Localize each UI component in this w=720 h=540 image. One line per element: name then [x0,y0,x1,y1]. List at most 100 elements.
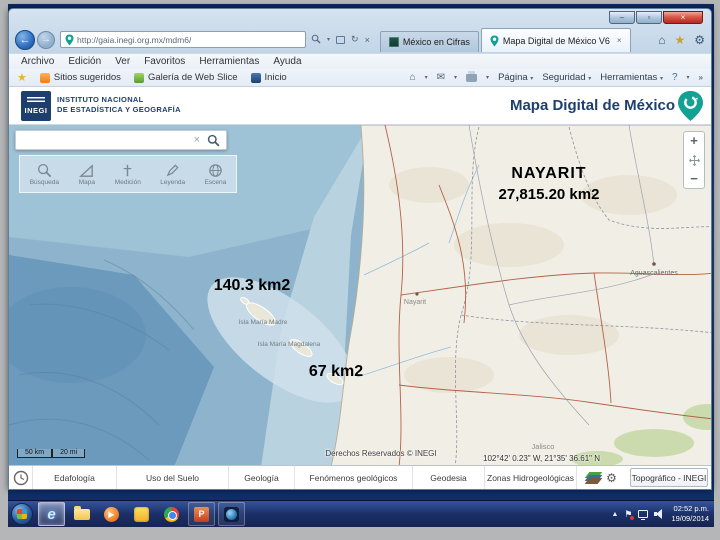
taskbar-google-earth[interactable] [218,502,245,526]
layers-icon[interactable] [584,472,603,484]
layer-tab-edafologia[interactable]: Edafología [33,466,117,489]
menu-ver[interactable]: Ver [115,56,130,67]
pan-icon[interactable] [688,154,700,166]
taskbar-internet-explorer[interactable]: e [38,502,65,526]
layer-tab-bar: Edafología Uso del Suelo Geología Fenóme… [9,465,711,489]
search-icon[interactable] [311,34,321,46]
favorite-sitios-sugeridos[interactable]: Sitios sugeridos [39,72,121,83]
menu-archivo[interactable]: Archivo [21,56,54,67]
command-bar: ⌂ ▾ ✉ ▾ ▾ Página ▾ Seguridad ▾ Herramienta… [410,70,703,83]
add-favorite-icon: ★ [17,71,27,84]
taskbar-file-explorer[interactable] [68,502,95,526]
home-icon[interactable]: ⌂ [658,33,665,47]
safety-menu[interactable]: Seguridad ▾ [542,72,591,83]
refresh-icon[interactable]: ↻ [351,34,359,45]
scale-km: 50 km [17,449,53,458]
annotation-nayarit: NAYARIT 27,815.20 km2 [498,165,600,203]
menu-herramientas[interactable]: Herramientas [199,56,259,67]
windows-logo-icon [17,509,27,519]
map-search-box[interactable]: × [15,130,227,150]
favorite-inicio[interactable]: Inicio [250,72,287,83]
map-viewport[interactable]: Isla María Madre Isla María Magdalena Na… [9,125,711,465]
help-dropdown-icon[interactable]: ▾ [687,74,690,81]
feeds-icon[interactable]: ✉ [437,72,445,83]
print-icon[interactable] [466,70,478,82]
tab-label: Mapa Digital de México V6 [502,35,610,46]
back-button[interactable]: ← [15,29,35,50]
tab-mexico-en-cifras[interactable]: México en Cifras [379,31,479,52]
measure-icon [124,164,132,177]
settings-gear-icon[interactable]: ⚙ [606,471,617,485]
menu-favoritos[interactable]: Favoritos [144,56,185,67]
address-bar[interactable]: http://gaia.inegi.org.mx/mdm6/ [60,31,306,48]
pencil-icon [166,164,179,177]
map-search-icon[interactable] [207,134,226,147]
internet-explorer-icon: e [47,505,56,523]
stop-icon[interactable]: × [365,35,370,45]
layer-tab-geodesia[interactable]: Geodesia [413,466,485,489]
layer-tab-uso-del-suelo[interactable]: Uso del Suelo [117,466,229,489]
menu-ayuda[interactable]: Ayuda [273,56,301,67]
zoom-out-button[interactable]: − [690,172,698,186]
map-search-input[interactable] [16,131,187,149]
tab-close-icon[interactable]: × [617,36,622,45]
basemap-selector[interactable]: Topográfico - INEGI [630,468,708,487]
tool-leyenda[interactable]: Leyenda [160,162,185,186]
menu-edicion[interactable]: Edición [68,56,101,67]
print-dropdown-icon[interactable]: ▾ [486,74,489,81]
forward-button[interactable]: → [37,30,55,49]
web-slice-icon [133,72,144,83]
taskbar-chrome[interactable] [158,502,185,526]
home-page-icon[interactable]: ⌂ [410,72,416,83]
mexico-en-cifras-favicon [388,37,399,47]
taskbar-clock[interactable]: 02:52 p.m. 19/09/2014 [671,504,709,524]
zoom-in-button[interactable]: + [690,134,698,148]
url-text: http://gaia.inegi.org.mx/mdm6/ [77,34,192,45]
inicio-icon [250,72,261,83]
network-icon[interactable] [638,510,649,520]
tool-busqueda[interactable]: Búsqueda [30,162,59,186]
tools-menu[interactable]: Herramientas ▾ [600,72,663,83]
media-player-icon: ▶ [104,506,119,522]
add-favorite-button[interactable]: ★ [17,71,27,84]
compatibility-view-icon[interactable] [336,35,346,44]
clear-search-icon[interactable]: × [187,134,207,146]
page-menu[interactable]: Página ▾ [498,72,533,83]
action-center-icon[interactable]: ⚑ [624,509,635,520]
tool-medicion[interactable]: Medición [115,162,141,186]
overflow-chevron-icon[interactable]: » [699,73,703,82]
inegi-logo: INEGI [21,91,51,121]
globe-icon [209,164,222,177]
desktop: – ▫ × ← → http://gaia.inegi.org.mx/mdm6/… [8,4,714,527]
search-dropdown-icon[interactable]: ▾ [327,36,330,43]
minimize-button[interactable]: – [609,11,635,24]
time-slider-button[interactable] [9,466,33,489]
volume-icon[interactable] [654,509,665,519]
tray-expand-icon[interactable]: ▲ [611,511,618,518]
scale-mi: 20 mi [52,449,86,458]
taskbar-media-player[interactable]: ▶ [98,502,125,526]
favorite-galeria-web-slice[interactable]: Galería de Web Slice [133,72,238,83]
layer-tab-geologia[interactable]: Geología [229,466,295,489]
tool-mapa[interactable]: Mapa [78,162,95,186]
help-icon[interactable]: ? [672,72,678,83]
state-label-jalisco: Jalisco [532,442,555,451]
close-button[interactable]: × [663,11,703,24]
navigation-bar: ← → http://gaia.inegi.org.mx/mdm6/ ▾ ↻ × [9,26,711,53]
layer-tab-fenomenos-geologicos[interactable]: Fenómenos geológicos [295,466,413,489]
start-button[interactable] [11,503,33,525]
taskbar-powerpoint[interactable]: P [188,502,215,526]
favorites-star-icon[interactable]: ★ [674,33,685,47]
map-attribution: Derechos Reservados © INEGI [325,449,437,458]
mapa-digital-favicon [490,35,499,46]
layer-tab-zonas-hidrogeologicas[interactable]: Zonas Hidrogeológicas [485,466,577,489]
maximize-button[interactable]: ▫ [636,11,662,24]
tool-escena[interactable]: Escena [205,162,226,186]
tools-gear-icon[interactable]: ⚙ [694,33,705,47]
feeds-dropdown-icon[interactable]: ▾ [454,74,457,81]
home-dropdown-icon[interactable]: ▾ [425,74,428,81]
suggested-sites-icon [39,72,50,83]
tab-mapa-digital[interactable]: Mapa Digital de México V6 × [480,28,631,52]
magnifier-icon [37,163,52,178]
taskbar-messenger[interactable] [128,502,155,526]
